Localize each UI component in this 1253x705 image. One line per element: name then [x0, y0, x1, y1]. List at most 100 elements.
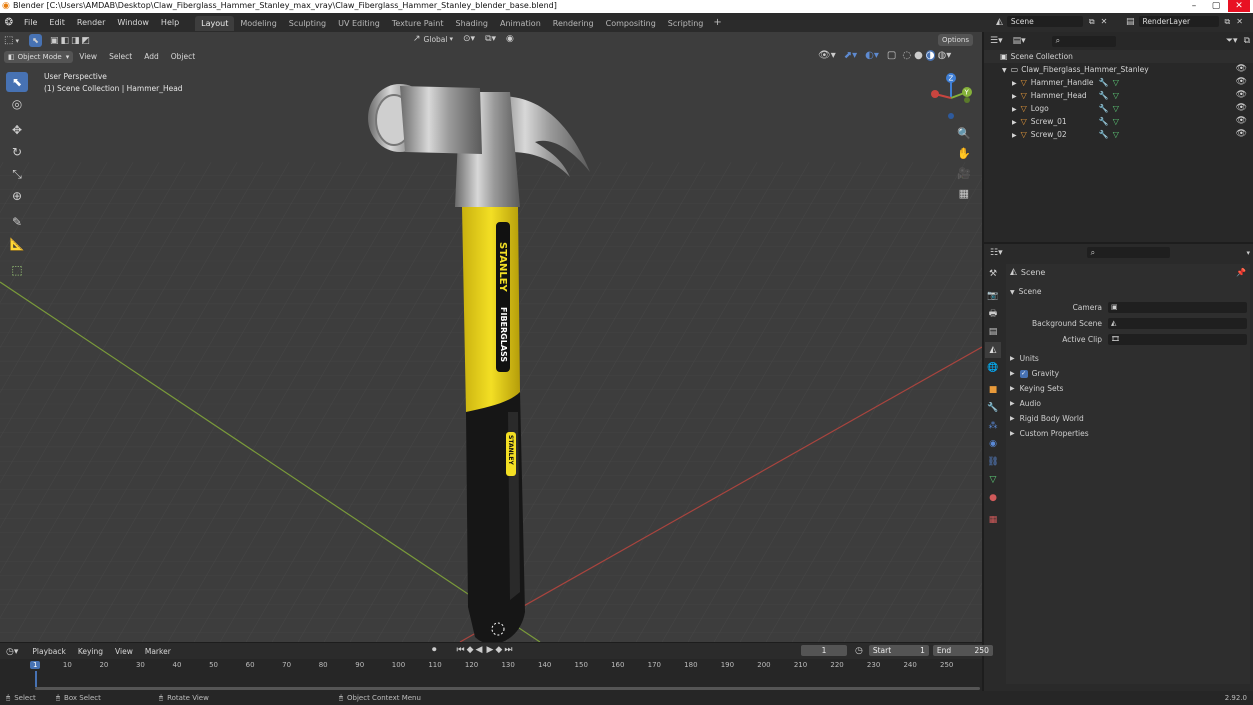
- outliner-item[interactable]: ▶ ▽ Screw_02 🔧 ▽ 👁: [984, 128, 1253, 141]
- physics-tab-icon[interactable]: ◉: [985, 436, 1001, 452]
- visibility-eye-icon[interactable]: 👁: [1236, 102, 1247, 115]
- minimize-button[interactable]: –: [1183, 0, 1205, 12]
- playhead-line[interactable]: [35, 671, 37, 687]
- property-field[interactable]: 🎞: [1108, 333, 1247, 345]
- maximize-button[interactable]: ▢: [1205, 0, 1227, 12]
- end-frame-field[interactable]: End 250: [932, 645, 993, 656]
- next-keyframe-icon[interactable]: ◆: [495, 645, 502, 655]
- expand-arrow-icon[interactable]: ▶: [1012, 106, 1017, 113]
- world-tab-icon[interactable]: 🌐: [985, 360, 1001, 376]
- filter-icon[interactable]: ⏷▾: [1226, 36, 1238, 46]
- scene-name-field[interactable]: Scene: [1006, 16, 1083, 27]
- outliner-editor-icon[interactable]: ☰▾: [990, 36, 1003, 46]
- scene-selector[interactable]: ◭ Scene ⧉ ✕: [996, 16, 1107, 27]
- 3d-viewport[interactable]: ⬚ ▾ ⬉ ▣◧◨◩ ↗ Global ▾ ⊙▾ ⧉▾ ◉ Options ◧ …: [0, 32, 982, 642]
- timeline-menu-marker[interactable]: Marker: [139, 645, 177, 658]
- editor-type-icon[interactable]: ⬚: [4, 35, 13, 46]
- pin-icon[interactable]: 📌: [1236, 268, 1246, 277]
- expand-arrow-icon[interactable]: ▶: [1012, 80, 1017, 87]
- scene-tab-icon[interactable]: ◭: [985, 342, 1001, 358]
- timeline-scrubber[interactable]: 1 10 20 30 40 50 60 70 80 90 100 110 120 130 140 150 160…: [0, 659, 982, 691]
- rendered-shading-icon[interactable]: ◍▾: [938, 50, 952, 61]
- timeline-menu-view[interactable]: View: [109, 645, 139, 658]
- solid-shading-icon[interactable]: ●: [914, 50, 923, 61]
- overlay-toggle-icon[interactable]: ◐▾: [865, 50, 879, 61]
- pan-hand-icon[interactable]: ✋: [957, 144, 971, 164]
- viewport-menu-select[interactable]: Select: [103, 50, 138, 64]
- menu-render[interactable]: Render: [71, 13, 111, 32]
- visibility-eye-icon[interactable]: 👁: [1236, 115, 1247, 128]
- viewport-menu-object[interactable]: Object: [165, 50, 201, 64]
- timeline-menu-keying[interactable]: Keying: [72, 645, 109, 658]
- expand-arrow-icon[interactable]: ▶: [1012, 93, 1017, 100]
- tab-layout[interactable]: Layout: [195, 16, 235, 31]
- current-frame-field[interactable]: 1: [801, 645, 847, 656]
- visibility-eye-icon[interactable]: 👁: [1236, 89, 1247, 102]
- select-mode-icon[interactable]: ⬉: [28, 34, 42, 47]
- add-cube-tool-icon[interactable]: ⬚: [6, 260, 28, 280]
- properties-editor-icon[interactable]: ☷▾: [990, 248, 1003, 258]
- outliner-item[interactable]: ▶ ▽ Hammer_Head 🔧 ▽ 👁: [984, 89, 1253, 102]
- tab-uv-editing[interactable]: UV Editing: [332, 16, 386, 31]
- outliner-collection[interactable]: ▼ ▭ Claw_Fiberglass_Hammer_Stanley 👁: [984, 63, 1253, 76]
- visibility-eye-icon[interactable]: 👁: [1236, 76, 1247, 89]
- subpanel-header[interactable]: ▶ Units: [1006, 351, 1250, 366]
- select-box-tool-icon[interactable]: ⬉: [6, 72, 28, 92]
- modifier-tab-icon[interactable]: 🔧: [985, 400, 1001, 416]
- snap-icon[interactable]: ⧉▾: [485, 34, 496, 44]
- view-layer-tab-icon[interactable]: ▤: [985, 324, 1001, 340]
- blender-menu-icon[interactable]: ❂: [0, 17, 18, 28]
- outliner-item[interactable]: ▶ ▽ Logo 🔧 ▽ 👁: [984, 102, 1253, 115]
- play-reverse-icon[interactable]: ◀: [476, 645, 483, 655]
- output-tab-icon[interactable]: 🖶: [985, 306, 1001, 322]
- transform-orientation[interactable]: Global: [424, 35, 448, 44]
- selection-modes-icon[interactable]: ▣◧◨◩: [50, 36, 92, 46]
- annotate-tool-icon[interactable]: ✎: [6, 212, 28, 232]
- options-button[interactable]: Options: [938, 34, 974, 46]
- expand-arrow-icon[interactable]: ▶: [1012, 132, 1017, 139]
- particles-tab-icon[interactable]: ⁂: [985, 418, 1001, 434]
- tab-shading[interactable]: Shading: [449, 16, 494, 31]
- add-workspace-icon[interactable]: +: [709, 17, 725, 28]
- subpanel-header[interactable]: ▶ Audio: [1006, 396, 1250, 411]
- material-tab-icon[interactable]: ●: [985, 490, 1001, 506]
- cursor-tool-icon[interactable]: ◎: [6, 94, 28, 114]
- outliner-scene-collection[interactable]: ▣ Scene Collection: [984, 50, 1253, 63]
- expand-arrow-icon[interactable]: ▶: [1012, 119, 1017, 126]
- visibility-eye-icon[interactable]: 👁: [1236, 63, 1247, 76]
- tab-animation[interactable]: Animation: [494, 16, 547, 31]
- object-tab-icon[interactable]: ■: [985, 382, 1001, 398]
- texture-tab-icon[interactable]: ▦: [985, 512, 1001, 528]
- menu-window[interactable]: Window: [111, 13, 155, 32]
- viewport-menu-view[interactable]: View: [73, 50, 103, 64]
- properties-search-input[interactable]: ⌕: [1086, 247, 1171, 258]
- delete-renderlayer-icon[interactable]: ✕: [1236, 17, 1243, 26]
- xray-icon[interactable]: ▢: [887, 50, 896, 61]
- prev-keyframe-icon[interactable]: ◆: [467, 645, 474, 655]
- measure-tool-icon[interactable]: 📐: [6, 234, 28, 254]
- delete-scene-icon[interactable]: ✕: [1101, 17, 1108, 26]
- new-collection-icon[interactable]: ⧉: [1244, 36, 1250, 46]
- renderlayer-name-field[interactable]: RenderLayer: [1138, 16, 1219, 27]
- close-button[interactable]: ✕: [1228, 0, 1250, 12]
- new-renderlayer-icon[interactable]: ⧉: [1225, 17, 1231, 27]
- tab-texture-paint[interactable]: Texture Paint: [386, 16, 450, 31]
- navigation-gizmo[interactable]: Z Y: [925, 70, 977, 122]
- tool-tab-icon[interactable]: ⚒: [985, 266, 1001, 282]
- outliner-item[interactable]: ▶ ▽ Hammer_Handle 🔧 ▽ 👁: [984, 76, 1253, 89]
- tab-rendering[interactable]: Rendering: [547, 16, 600, 31]
- start-frame-field[interactable]: Start 1: [868, 645, 929, 656]
- visibility-eye-icon[interactable]: 👁: [1236, 128, 1247, 141]
- subpanel-header[interactable]: ▶ Custom Properties: [1006, 426, 1250, 441]
- scale-tool-icon[interactable]: ⤡: [6, 164, 28, 184]
- checkbox-checked-icon[interactable]: ✓: [1019, 369, 1028, 378]
- new-scene-icon[interactable]: ⧉: [1089, 17, 1095, 27]
- visibility-icon[interactable]: 👁▾: [818, 50, 836, 61]
- jump-start-icon[interactable]: ⏮: [457, 645, 465, 655]
- tab-compositing[interactable]: Compositing: [600, 16, 662, 31]
- move-tool-icon[interactable]: ✥: [6, 120, 28, 140]
- renderlayer-selector[interactable]: ▤ RenderLayer ⧉ ✕: [1126, 16, 1243, 27]
- timeline-scrollbar[interactable]: [35, 687, 980, 690]
- outliner-search-input[interactable]: ⌕: [1051, 35, 1116, 47]
- pivot-icon[interactable]: ⊙▾: [463, 34, 475, 44]
